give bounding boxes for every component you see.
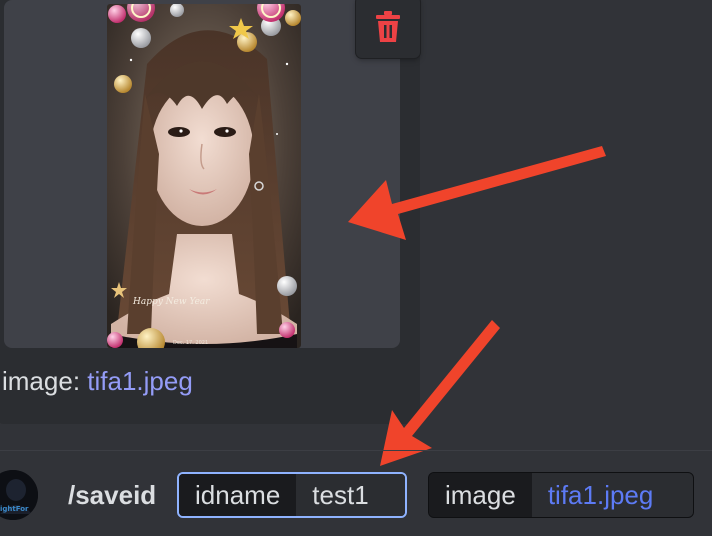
- user-avatar[interactable]: ightFor: [0, 470, 38, 520]
- portrait-image: Happy New Year Dec. 17. 2021: [107, 4, 301, 348]
- image-preview-frame[interactable]: Happy New Year Dec. 17. 2021: [4, 0, 400, 348]
- option-name-image[interactable]: image: [429, 473, 532, 517]
- uploaded-image-preview[interactable]: Happy New Year Dec. 17. 2021: [107, 4, 301, 348]
- command-option-idname[interactable]: idname test1: [177, 472, 407, 518]
- remove-attachment-button[interactable]: [356, 0, 420, 58]
- overlay-script-text: Happy New Year: [132, 297, 210, 307]
- caption-filename[interactable]: tifa1.jpeg: [87, 366, 193, 396]
- trash-icon: [376, 11, 400, 42]
- avatar-image: ightFor: [0, 470, 38, 520]
- attachment-caption: image: tifa1.jpeg: [2, 366, 193, 397]
- avatar-text: ightFor: [0, 505, 29, 513]
- option-value-idname[interactable]: test1: [296, 474, 405, 516]
- caption-key: image:: [2, 366, 81, 396]
- slash-command-name[interactable]: /saveid: [68, 480, 156, 511]
- attachment-upload-card: Happy New Year Dec. 17. 2021 image: tifa…: [0, 0, 420, 424]
- command-option-image[interactable]: image tifa1.jpeg: [428, 472, 694, 518]
- composer-divider: [0, 450, 712, 451]
- discord-chat-view: Happy New Year Dec. 17. 2021 image: tifa…: [0, 0, 712, 536]
- overlay-date-text: Dec. 17. 2021: [173, 340, 208, 346]
- option-name-idname[interactable]: idname: [179, 474, 297, 516]
- option-value-image[interactable]: tifa1.jpeg: [531, 473, 693, 517]
